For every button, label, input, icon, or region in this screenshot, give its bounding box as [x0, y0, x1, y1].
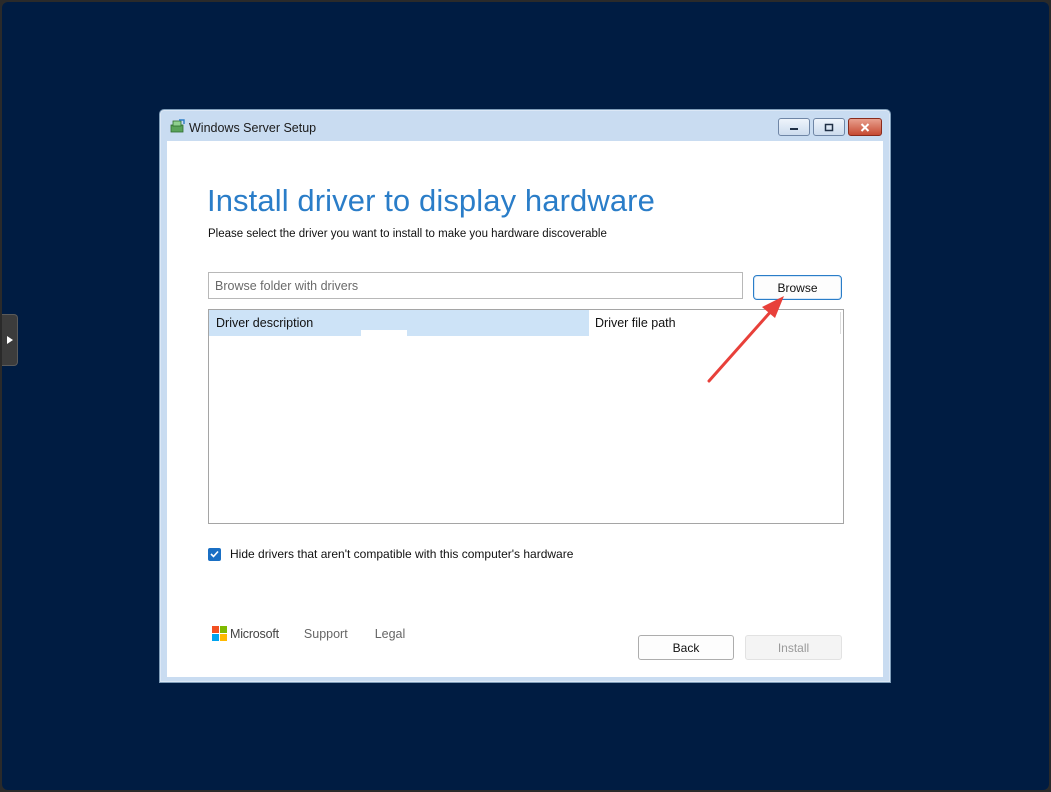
maximize-icon [824, 123, 834, 131]
close-icon [860, 122, 870, 132]
browse-button[interactable]: Browse [753, 275, 842, 300]
setup-app-icon [170, 119, 185, 133]
hide-incompatible-option[interactable]: Hide drivers that aren't compatible with… [208, 546, 573, 562]
legal-link[interactable]: Legal [375, 627, 406, 641]
page-title: Install driver to display hardware [207, 183, 655, 218]
driver-list-table[interactable]: Driver description Driver file path [208, 309, 844, 524]
minimize-icon [790, 128, 798, 130]
title-bar[interactable]: Windows Server Setup [160, 110, 890, 141]
window-title: Windows Server Setup [189, 121, 317, 135]
hide-incompatible-label: Hide drivers that aren't compatible with… [230, 547, 574, 561]
column-divider [840, 312, 841, 334]
minimize-button[interactable] [778, 118, 810, 136]
side-panel-toggle[interactable] [2, 314, 18, 366]
footer-links: Microsoft Support Legal [212, 626, 405, 641]
microsoft-logo: Microsoft [212, 626, 279, 641]
maximize-button[interactable] [813, 118, 845, 136]
back-button[interactable]: Back [638, 635, 734, 660]
page-subtitle: Please select the driver you want to ins… [208, 228, 607, 240]
close-button[interactable] [848, 118, 882, 136]
column-header-label: Driver file path [595, 316, 676, 330]
hide-incompatible-checkbox[interactable] [208, 547, 221, 561]
setup-window: Windows Server Setup Install driver to d… [159, 109, 891, 683]
column-header-label: Driver description [216, 316, 314, 330]
checkmark-icon [210, 550, 219, 558]
support-link[interactable]: Support [304, 627, 348, 641]
window-controls [778, 118, 882, 136]
driver-folder-input[interactable] [208, 272, 743, 299]
expand-arrow-icon [6, 336, 13, 344]
microsoft-brand-text: Microsoft [230, 626, 279, 641]
setup-content: Install driver to display hardware Pleas… [167, 141, 883, 677]
install-button[interactable]: Install [745, 635, 842, 660]
table-header: Driver description Driver file path [209, 310, 843, 336]
column-header-gap [361, 330, 407, 336]
microsoft-logo-icon [212, 626, 227, 641]
column-header-driver-file-path[interactable]: Driver file path [589, 310, 676, 336]
